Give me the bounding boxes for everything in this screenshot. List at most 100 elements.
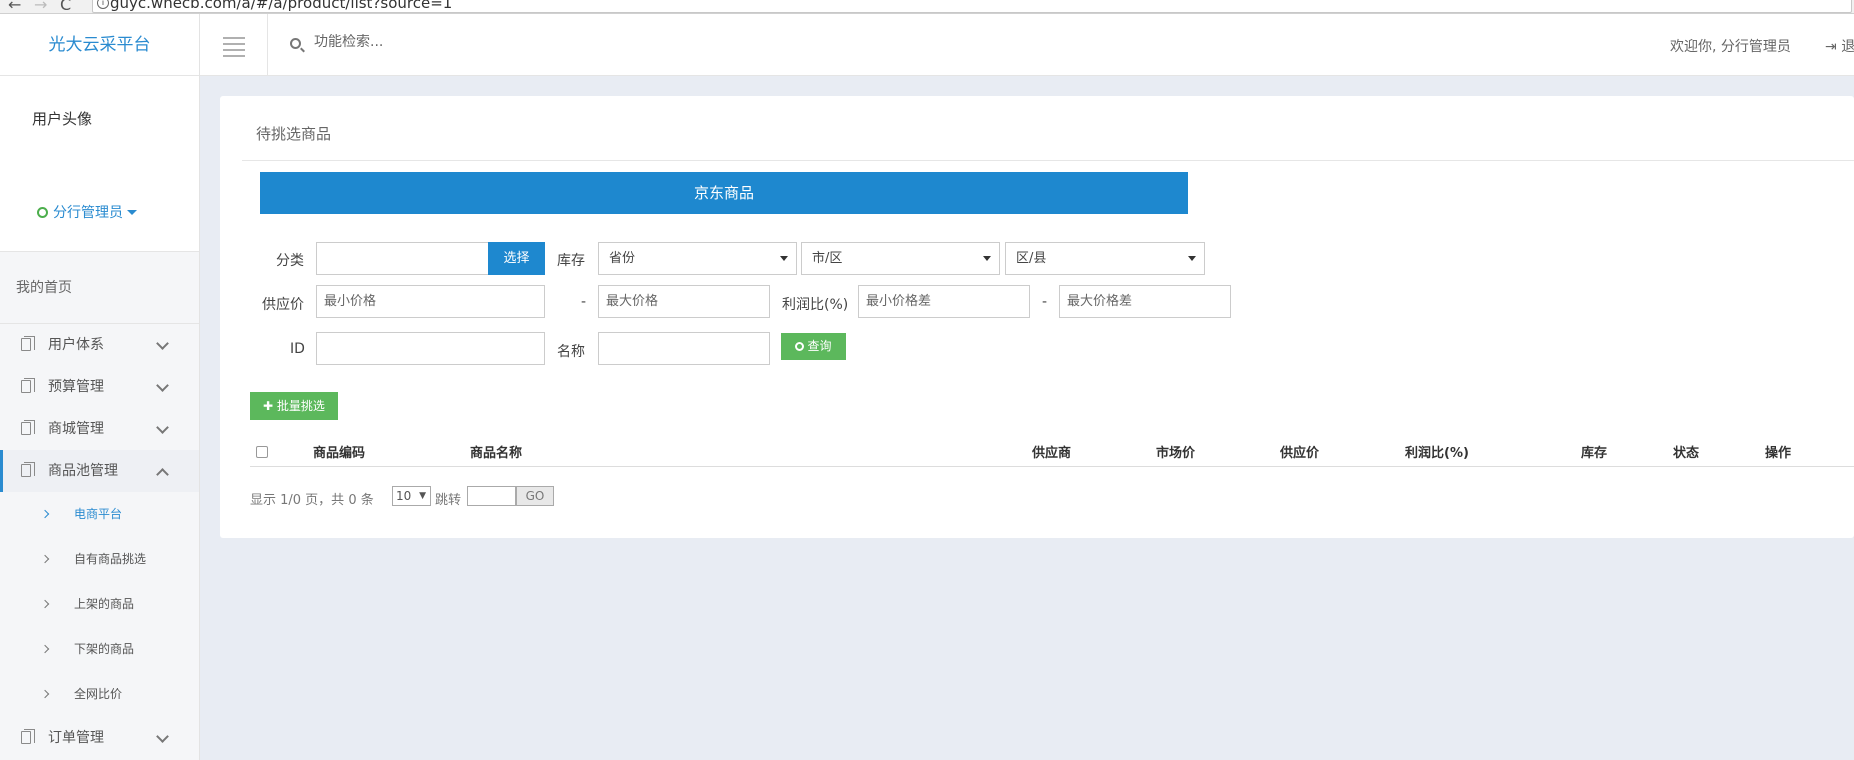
batch-label: 批量挑选 [276, 399, 325, 413]
logout-label: 退 [1841, 39, 1854, 55]
select-all-checkbox[interactable] [256, 446, 268, 458]
document-icon [21, 729, 35, 744]
choose-category-button[interactable]: 选择 [488, 242, 545, 275]
product-panel: 待挑选商品 京东商品 分类 选择 库存 省份 市/区 区/县 供应价 - 利润比… [220, 96, 1854, 538]
jump-label: 跳转 [435, 493, 462, 508]
online-status-icon [37, 207, 48, 218]
submenu-item-label: 电商平台 [74, 507, 123, 521]
column-header[interactable]: 商品名称 [470, 442, 522, 461]
submenu-item-label: 自有商品挑选 [74, 552, 147, 566]
submenu-item-price-compare[interactable]: 全网比价 [0, 672, 199, 717]
chevron-down-icon [156, 337, 169, 350]
sidebar-item-home[interactable]: 我的首页 [0, 252, 199, 324]
column-header[interactable]: 供应商 [1032, 442, 1071, 461]
welcome-text: 欢迎你, 分行管理员 [1670, 39, 1791, 55]
city-value: 市/区 [812, 251, 843, 266]
id-input[interactable] [316, 332, 545, 365]
category-label: 分类 [276, 253, 304, 269]
sidebar-item-user-system[interactable]: 用户体系 [0, 324, 199, 366]
brand-title[interactable]: 光大云采平台 [0, 14, 199, 76]
pager-summary: 显示 1/0 页，共 0 条 [250, 493, 374, 508]
table-header: 商品编码 商品名称 供应商 市场价 供应价 利润比(%) 库存 状态 操作 [250, 436, 1854, 467]
role-label: 分行管理员 [53, 205, 123, 221]
plus-icon: ✚ [263, 399, 277, 413]
column-header[interactable]: 状态 [1673, 442, 1699, 461]
role-dropdown[interactable]: 分行管理员 [37, 202, 137, 222]
submenu-item-label: 全网比价 [74, 687, 123, 701]
min-price-input[interactable] [316, 285, 545, 318]
profile-section: 用户头像 分行管理员 [0, 76, 199, 252]
column-header[interactable]: 市场价 [1156, 442, 1195, 461]
sidebar-item-orders[interactable]: 订单管理 [0, 717, 199, 759]
chevron-right-icon [40, 599, 50, 609]
tab-jd-products[interactable]: 京东商品 [260, 172, 1188, 214]
district-value: 区/县 [1016, 251, 1047, 266]
jump-page-input[interactable] [467, 486, 516, 506]
submenu-item-listed[interactable]: 上架的商品 [0, 582, 199, 627]
back-icon[interactable]: ← [8, 0, 21, 14]
avatar[interactable]: 用户头像 [32, 108, 92, 129]
chevron-down-icon [156, 730, 169, 743]
search-input[interactable] [314, 34, 514, 50]
sidebar: 光大云采平台 用户头像 分行管理员 我的首页 用户体系 预算管理 商城管理 商品… [0, 14, 200, 760]
sidebar-item-label: 商品池管理 [48, 463, 118, 479]
chevron-right-icon [40, 644, 50, 654]
column-header[interactable]: 商品编码 [313, 442, 365, 461]
column-header[interactable]: 利润比(%) [1405, 442, 1469, 461]
sidebar-item-budget[interactable]: 预算管理 [0, 366, 199, 408]
search-icon [795, 342, 805, 351]
chevron-down-icon [156, 421, 169, 434]
max-diff-input[interactable] [1059, 285, 1231, 318]
city-select[interactable]: 市/区 [801, 242, 1000, 275]
name-input[interactable] [598, 332, 770, 365]
chevron-down-icon [156, 379, 169, 392]
column-header[interactable]: 操作 [1765, 442, 1791, 461]
chevron-right-icon [40, 554, 50, 564]
caret-down-icon [780, 256, 788, 261]
forward-icon[interactable]: → [34, 0, 47, 14]
sidebar-item-label: 商城管理 [48, 421, 104, 437]
page-size-value: 10 [396, 489, 412, 503]
max-price-input[interactable] [598, 285, 770, 318]
sidebar-item-label: 用户体系 [48, 337, 104, 353]
caret-down-icon [127, 210, 137, 215]
column-header[interactable]: 库存 [1581, 442, 1607, 461]
query-label: 查询 [807, 339, 832, 353]
min-diff-input[interactable] [858, 285, 1030, 318]
batch-select-button[interactable]: ✚ 批量挑选 [250, 392, 338, 420]
divider [242, 160, 1854, 161]
sidebar-item-mall[interactable]: 商城管理 [0, 408, 199, 450]
document-icon [21, 378, 35, 393]
reload-icon[interactable]: C [60, 0, 71, 14]
go-button[interactable]: GO [516, 486, 554, 506]
query-button[interactable]: 查询 [781, 333, 846, 360]
search-icon [290, 38, 301, 49]
submenu-item-own-products[interactable]: 自有商品挑选 [0, 537, 199, 582]
range-dash: - [581, 294, 587, 310]
panel-title: 待挑选商品 [256, 125, 332, 143]
url-text: guyc.whecb.com/a/#/a/product/list?source… [110, 0, 453, 12]
column-header[interactable]: 供应价 [1280, 442, 1319, 461]
page-size-select[interactable]: 10 ▼ [392, 486, 431, 506]
stock-label: 库存 [557, 253, 585, 269]
submenu-item-delisted[interactable]: 下架的商品 [0, 627, 199, 672]
caret-down-icon: ▼ [419, 491, 426, 501]
name-label: 名称 [557, 344, 585, 360]
sidebar-item-label: 预算管理 [48, 379, 104, 395]
caret-down-icon [983, 256, 991, 261]
district-select[interactable]: 区/县 [1005, 242, 1205, 275]
profit-ratio-label: 利润比(%) [782, 297, 849, 313]
document-icon [21, 336, 35, 351]
submenu-item-label: 下架的商品 [74, 642, 135, 656]
sidebar-item-label: 订单管理 [48, 730, 104, 746]
menu-toggle-icon[interactable] [200, 14, 268, 76]
province-value: 省份 [609, 251, 636, 266]
submenu-item-ecommerce[interactable]: 电商平台 [0, 492, 199, 537]
category-field[interactable] [316, 242, 489, 275]
province-select[interactable]: 省份 [598, 242, 797, 275]
logout-link[interactable]: ⇥ 退 [1825, 36, 1854, 56]
range-dash: - [1042, 294, 1048, 310]
document-icon [21, 420, 35, 435]
sidebar-item-product-pool[interactable]: 商品池管理 [0, 450, 199, 492]
caret-down-icon [1188, 256, 1196, 261]
